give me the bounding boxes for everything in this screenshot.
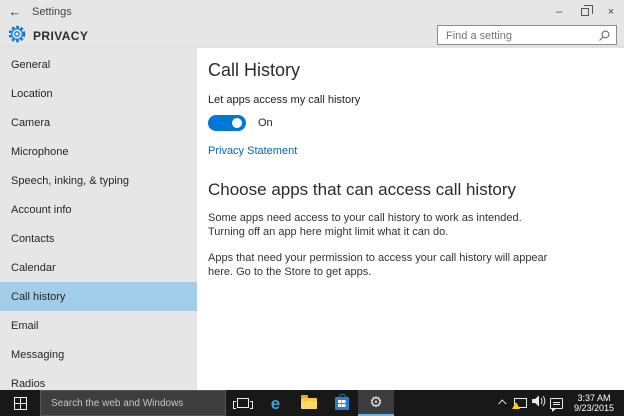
store-button[interactable] bbox=[325, 390, 358, 416]
restore-icon bbox=[581, 4, 593, 16]
store-icon bbox=[334, 393, 349, 410]
speaker-icon bbox=[531, 394, 546, 412]
content-pane: Call History Let apps access my call his… bbox=[197, 48, 624, 390]
task-view-button[interactable] bbox=[226, 390, 259, 416]
toggle-state-label: On bbox=[258, 117, 273, 129]
section-title-call-history: Call History bbox=[208, 60, 301, 80]
edge-icon: e bbox=[270, 393, 281, 413]
clock[interactable]: 3:37 AM 9/23/2015 bbox=[566, 393, 620, 413]
search-input[interactable] bbox=[438, 27, 616, 45]
sidebar-item-radios[interactable]: Radios bbox=[0, 369, 197, 390]
sidebar-item-location[interactable]: Location bbox=[0, 79, 197, 108]
clock-time: 3:37 AM bbox=[577, 393, 611, 403]
description-paragraph-2: Apps that need your permission to access… bbox=[208, 252, 548, 278]
windows-logo-icon bbox=[13, 396, 27, 410]
volume-tray-button[interactable] bbox=[530, 390, 548, 416]
sidebar-item-account-info[interactable]: Account info bbox=[0, 195, 197, 224]
file-explorer-button[interactable] bbox=[292, 390, 325, 416]
start-button[interactable] bbox=[0, 390, 40, 416]
system-tray: 3:37 AM 9/23/2015 bbox=[494, 390, 624, 416]
network-icon bbox=[512, 398, 528, 409]
sidebar-item-contacts[interactable]: Contacts bbox=[0, 224, 197, 253]
task-view-icon bbox=[232, 398, 253, 409]
taskbar-search-input[interactable] bbox=[41, 397, 225, 409]
settings-app-button[interactable]: ⚙ bbox=[358, 390, 394, 416]
close-icon: × bbox=[607, 5, 615, 18]
chevron-up-icon bbox=[498, 399, 507, 408]
network-tray-button[interactable] bbox=[512, 390, 530, 416]
gear-icon: ⚙ bbox=[369, 392, 383, 411]
close-button[interactable]: × bbox=[598, 0, 624, 23]
settings-window: ← Settings – × PRIVACY Find a setting Ge… bbox=[0, 0, 624, 416]
toggle-label: Let apps access my call history bbox=[208, 94, 361, 106]
restore-button[interactable] bbox=[572, 0, 598, 23]
search-icon[interactable] bbox=[598, 29, 611, 47]
sidebar-item-general[interactable]: General bbox=[0, 50, 197, 79]
back-arrow-icon: ← bbox=[8, 4, 22, 19]
edge-button[interactable]: e bbox=[259, 390, 292, 416]
warning-icon bbox=[512, 402, 521, 409]
section-title-choose-apps: Choose apps that can access call history bbox=[208, 180, 517, 199]
find-setting-searchbox[interactable] bbox=[437, 25, 617, 45]
privacy-statement-link[interactable]: Privacy Statement bbox=[208, 145, 297, 157]
action-center-icon bbox=[550, 397, 564, 412]
sidebar-item-call-history[interactable]: Call history bbox=[0, 282, 197, 311]
action-center-button[interactable] bbox=[548, 390, 566, 416]
sidebar-item-microphone[interactable]: Microphone bbox=[0, 137, 197, 166]
sidebar-item-speech[interactable]: Speech, inking, & typing bbox=[0, 166, 197, 195]
back-button[interactable]: ← bbox=[0, 4, 30, 19]
app-body: General Location Camera Microphone Speec… bbox=[0, 48, 624, 390]
page-title: PRIVACY bbox=[33, 29, 89, 43]
taskbar-searchbox[interactable] bbox=[40, 390, 226, 416]
app-header: PRIVACY bbox=[0, 23, 624, 47]
call-history-toggle[interactable] bbox=[208, 115, 246, 131]
window-title: Settings bbox=[32, 5, 72, 18]
titlebar: ← Settings – × bbox=[0, 0, 624, 23]
toggle-knob-icon bbox=[232, 118, 242, 128]
tray-expand-button[interactable] bbox=[494, 390, 512, 416]
minimize-icon: – bbox=[555, 5, 563, 18]
description-paragraph-1: Some apps need access to your call histo… bbox=[208, 212, 522, 238]
sidebar-item-camera[interactable]: Camera bbox=[0, 108, 197, 137]
sidebar: General Location Camera Microphone Speec… bbox=[0, 48, 197, 390]
sidebar-item-calendar[interactable]: Calendar bbox=[0, 253, 197, 282]
folder-icon bbox=[300, 394, 317, 409]
minimize-button[interactable]: – bbox=[546, 0, 572, 23]
privacy-gear-icon bbox=[8, 25, 26, 48]
sidebar-item-messaging[interactable]: Messaging bbox=[0, 340, 197, 369]
clock-date: 9/23/2015 bbox=[573, 403, 614, 413]
taskbar: e ⚙ 3:37 AM 9/23/2015 bbox=[0, 390, 624, 416]
toggle-row: On bbox=[208, 115, 624, 131]
window-controls: – × bbox=[546, 0, 624, 23]
sidebar-item-email[interactable]: Email bbox=[0, 311, 197, 340]
